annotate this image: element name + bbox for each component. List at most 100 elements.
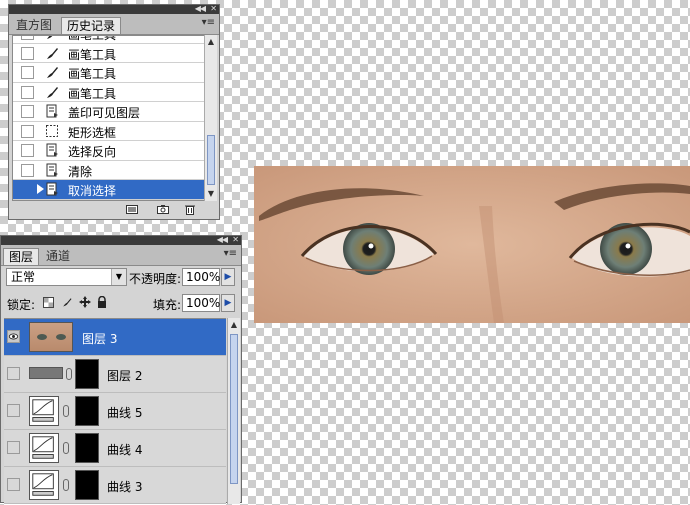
history-panel: ◀◀ ✕ 直方图 历史记录 ▾≡ 画笔工具 画笔工具 画笔工具 画笔工具 盖印可… bbox=[8, 4, 220, 220]
layer-row[interactable]: 图层 2 bbox=[4, 356, 226, 393]
curves-adjustment-icon bbox=[29, 433, 59, 463]
visibility-toggle[interactable] bbox=[7, 478, 20, 491]
opacity-label: 不透明度: bbox=[129, 272, 182, 286]
scroll-down-icon[interactable]: ▼ bbox=[205, 187, 217, 201]
layers-panel: ◀◀ ✕ 图层 通道 ▾≡ 正常 ▼ 不透明度: 100% ▶ 锁定: 填充: … bbox=[0, 235, 242, 505]
history-item-selected[interactable]: 取消选择 bbox=[13, 180, 207, 200]
tab-histogram[interactable]: 直方图 bbox=[11, 17, 57, 34]
history-item-label: 清除 bbox=[68, 164, 93, 179]
layers-list: 图层 3 图层 2 曲线 5 曲线 4 曲线 3 bbox=[4, 318, 226, 505]
history-footer bbox=[9, 201, 219, 219]
history-item[interactable]: 盖印可见图层 bbox=[13, 102, 207, 122]
history-panel-tabs: 直方图 历史记录 ▾≡ bbox=[9, 14, 219, 35]
history-item[interactable]: 选择反向 bbox=[13, 141, 207, 161]
layer-name[interactable]: 图层 2 bbox=[107, 367, 142, 384]
snapshot-source-checkbox[interactable] bbox=[21, 66, 34, 79]
new-document-from-state-icon[interactable] bbox=[126, 204, 138, 215]
visibility-toggle[interactable] bbox=[7, 441, 20, 454]
layers-panel-titlebar[interactable]: ◀◀ ✕ bbox=[1, 235, 241, 245]
link-chain-icon[interactable] bbox=[66, 368, 72, 380]
marquee-icon bbox=[46, 124, 58, 137]
curves-adjustment-icon bbox=[29, 396, 59, 426]
layer-mask-thumbnail[interactable] bbox=[75, 433, 99, 463]
history-item-label: 选择反向 bbox=[68, 145, 117, 159]
history-state-slider-icon[interactable] bbox=[37, 184, 44, 194]
layer-mask-thumbnail[interactable] bbox=[75, 470, 99, 500]
layer-mask-thumbnail[interactable] bbox=[75, 396, 99, 426]
lock-image-pixels-icon[interactable] bbox=[61, 296, 73, 308]
blend-mode-value: 正常 bbox=[11, 270, 36, 284]
snapshot-source-checkbox[interactable] bbox=[21, 163, 34, 177]
history-item-label: 画笔工具 bbox=[68, 47, 117, 62]
snapshot-source-checkbox[interactable] bbox=[21, 36, 34, 40]
link-chain-icon[interactable] bbox=[63, 479, 69, 491]
history-list: 画笔工具 画笔工具 画笔工具 画笔工具 盖印可见图层 矩形选框 选择反向 清除 … bbox=[12, 35, 208, 201]
layer-name[interactable]: 曲线 3 bbox=[107, 478, 142, 495]
tab-history[interactable]: 历史记录 bbox=[61, 17, 122, 34]
document-icon bbox=[46, 163, 58, 176]
link-chain-icon[interactable] bbox=[63, 442, 69, 454]
canvas-image-eyes[interactable] bbox=[254, 166, 690, 323]
brush-icon bbox=[47, 36, 53, 39]
opacity-slider-button[interactable]: ▶ bbox=[221, 268, 235, 286]
history-item[interactable]: 矩形选框 bbox=[13, 122, 207, 141]
layers-scrollbar[interactable]: ▲ bbox=[227, 318, 240, 504]
scroll-up-icon[interactable]: ▲ bbox=[228, 318, 240, 332]
history-item[interactable]: 画笔工具 bbox=[13, 44, 207, 63]
history-item-label: 矩形选框 bbox=[68, 125, 117, 140]
layer-name[interactable]: 图层 3 bbox=[82, 330, 117, 347]
visibility-toggle[interactable] bbox=[7, 367, 20, 380]
close-icon[interactable]: ✕ bbox=[232, 235, 239, 244]
collapse-icon[interactable]: ◀◀ bbox=[217, 235, 228, 244]
history-item[interactable]: 清除 bbox=[13, 161, 207, 180]
scroll-thumb[interactable] bbox=[207, 135, 215, 185]
lock-label: 锁定: bbox=[7, 298, 36, 312]
panel-menu-icon[interactable]: ▾≡ bbox=[202, 17, 215, 28]
lock-transparent-pixels-icon[interactable] bbox=[43, 297, 54, 308]
link-chain-icon[interactable] bbox=[63, 405, 69, 417]
opacity-input[interactable]: 100% bbox=[182, 268, 220, 286]
history-item[interactable]: 画笔工具 bbox=[13, 83, 207, 102]
snapshot-source-checkbox[interactable] bbox=[21, 144, 34, 157]
scroll-up-icon[interactable]: ▲ bbox=[205, 35, 217, 49]
visibility-toggle[interactable] bbox=[7, 404, 20, 417]
scroll-thumb[interactable] bbox=[230, 334, 238, 484]
lock-position-icon[interactable] bbox=[79, 296, 91, 308]
collapse-icon[interactable]: ◀◀ bbox=[195, 4, 206, 13]
history-panel-titlebar[interactable]: ◀◀ ✕ bbox=[9, 4, 219, 14]
visibility-eye-icon[interactable] bbox=[7, 330, 20, 343]
history-item[interactable]: 画笔工具 bbox=[13, 63, 207, 83]
layer-row[interactable]: 曲线 3 bbox=[4, 467, 226, 504]
panel-menu-icon[interactable]: ▾≡ bbox=[224, 248, 237, 259]
brush-icon bbox=[47, 67, 58, 78]
brush-icon bbox=[47, 86, 58, 98]
history-scrollbar[interactable]: ▲ ▼ bbox=[204, 35, 217, 201]
snapshot-source-checkbox[interactable] bbox=[21, 124, 34, 138]
camera-snapshot-icon[interactable] bbox=[157, 204, 169, 215]
layers-panel-tabs: 图层 通道 ▾≡ bbox=[1, 245, 241, 266]
blend-mode-select[interactable]: 正常 ▼ bbox=[6, 268, 127, 286]
snapshot-source-checkbox[interactable] bbox=[21, 85, 34, 99]
layer-name[interactable]: 曲线 4 bbox=[107, 441, 142, 458]
trash-icon[interactable] bbox=[184, 204, 196, 215]
tab-channels[interactable]: 通道 bbox=[41, 248, 75, 265]
brush-icon bbox=[47, 47, 58, 59]
tab-layers[interactable]: 图层 bbox=[3, 248, 40, 265]
lock-all-icon[interactable] bbox=[97, 296, 107, 308]
layer-row[interactable]: 曲线 4 bbox=[4, 430, 226, 467]
close-icon[interactable]: ✕ bbox=[210, 4, 217, 13]
snapshot-source-checkbox[interactable] bbox=[21, 105, 34, 118]
fill-slider-button[interactable]: ▶ bbox=[221, 294, 235, 312]
fill-input[interactable]: 100% bbox=[182, 294, 220, 312]
layer-mask-thumbnail[interactable] bbox=[75, 359, 99, 389]
history-item-label: 画笔工具 bbox=[68, 35, 117, 42]
layer-name[interactable]: 曲线 5 bbox=[107, 404, 142, 421]
layer-row[interactable]: 曲线 5 bbox=[4, 393, 226, 430]
document-icon bbox=[46, 143, 58, 157]
layer-row-selected[interactable]: 图层 3 bbox=[4, 319, 226, 356]
snapshot-source-checkbox[interactable] bbox=[21, 46, 34, 60]
history-item[interactable]: 画笔工具 bbox=[13, 35, 207, 44]
history-item-label: 画笔工具 bbox=[68, 67, 117, 81]
document-icon bbox=[46, 182, 58, 196]
snapshot-source-checkbox[interactable] bbox=[21, 183, 34, 196]
